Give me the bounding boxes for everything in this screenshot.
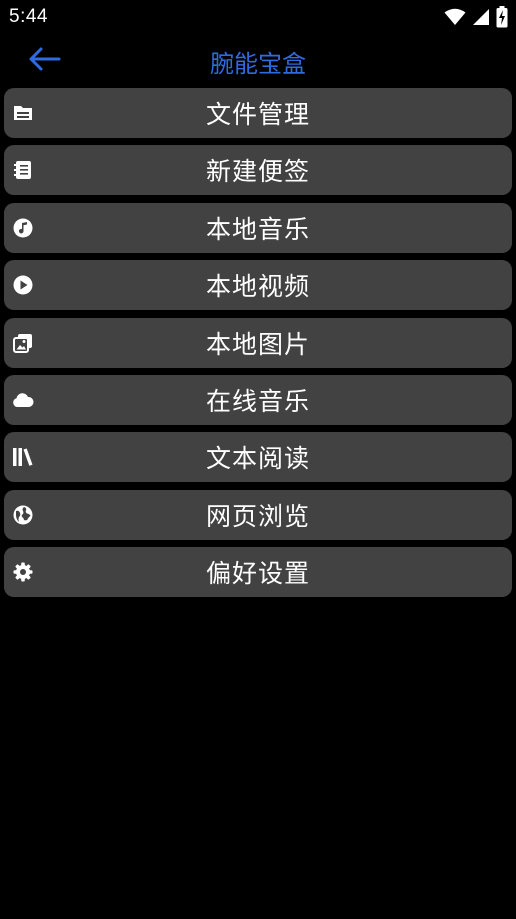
- wifi-icon: [444, 8, 466, 26]
- menu-item-file-manager[interactable]: 文件管理: [4, 88, 512, 138]
- menu-item-label: 文件管理: [205, 100, 310, 129]
- menu-item-local-images[interactable]: 本地图片: [4, 317, 512, 368]
- menu-item-label: 本地视频: [205, 272, 310, 302]
- menu-item-label: 本地图片: [205, 329, 310, 359]
- menu-item-new-note[interactable]: 新建便签: [4, 145, 512, 196]
- play-icon: [12, 274, 34, 296]
- menu-item-label: 在线音乐: [205, 386, 310, 416]
- gear-icon: [12, 561, 34, 583]
- menu-item-preferences[interactable]: 偏好设置: [4, 547, 512, 598]
- music-icon: [12, 217, 34, 239]
- menu-item-label: 文本阅读: [205, 444, 310, 474]
- file-icon: [12, 102, 34, 124]
- cloud-icon: [12, 389, 34, 411]
- status-icons: [444, 6, 508, 28]
- menu-item-local-music[interactable]: 本地音乐: [4, 202, 512, 253]
- menu-item-web-browsing[interactable]: 网页浏览: [4, 489, 512, 540]
- battery-charging-icon: [496, 6, 508, 28]
- menu-item-online-music[interactable]: 在线音乐: [4, 374, 512, 425]
- menu-item-label: 本地音乐: [205, 214, 310, 244]
- menu-item-local-video[interactable]: 本地视频: [4, 260, 512, 311]
- image-icon: [12, 332, 34, 354]
- globe-icon: [12, 504, 34, 526]
- app-bar: 腕能宝盒: [0, 40, 516, 82]
- page-title: 腕能宝盒: [210, 50, 306, 78]
- menu-item-label: 网页浏览: [205, 501, 310, 531]
- library-icon: [12, 446, 34, 468]
- cell-signal-icon: [472, 8, 490, 26]
- menu-item-label: 新建便签: [205, 157, 310, 187]
- status-bar: 5:44: [0, 0, 516, 34]
- menu-list: 文件管理 新建便签 本地音乐 本地视频 本地图片 在线音乐 文本阅读 网页浏览 …: [4, 88, 512, 605]
- status-time: 5:44: [9, 6, 48, 27]
- note-icon: [12, 159, 34, 181]
- menu-item-text-reading[interactable]: 文本阅读: [4, 432, 512, 483]
- menu-item-label: 偏好设置: [205, 559, 310, 589]
